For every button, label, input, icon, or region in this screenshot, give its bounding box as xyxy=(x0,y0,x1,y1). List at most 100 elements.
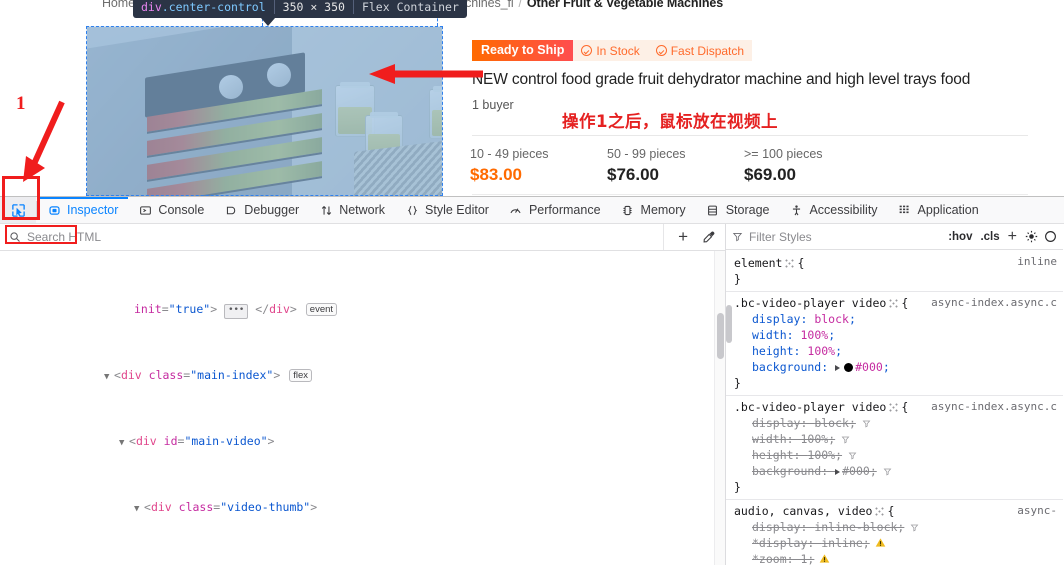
markup-toolbar-actions: + xyxy=(663,224,725,250)
css-property[interactable]: display xyxy=(752,520,800,534)
tab-label: Network xyxy=(339,203,386,217)
tab-debugger[interactable]: Debugger xyxy=(214,197,309,224)
filter-funnel-icon[interactable] xyxy=(883,467,892,476)
filter-funnel-icon[interactable] xyxy=(862,419,871,428)
tab-memory[interactable]: Memory xyxy=(611,197,696,224)
css-value[interactable]: 100% xyxy=(800,432,828,446)
css-value[interactable]: #000 xyxy=(842,464,870,478)
css-source[interactable]: async-index.async.c xyxy=(931,295,1057,311)
css-source[interactable]: inline xyxy=(1017,254,1057,270)
warning-icon[interactable] xyxy=(819,553,830,564)
event-badge[interactable]: event xyxy=(305,303,338,316)
annotation-box-search xyxy=(5,225,77,244)
tab-accessibility[interactable]: Accessibility xyxy=(779,197,887,224)
css-value[interactable]: block xyxy=(814,416,849,430)
color-swatch[interactable] xyxy=(844,363,854,372)
pseudo-class-button[interactable]: :hov xyxy=(948,231,972,243)
add-rule-button[interactable]: + xyxy=(1008,228,1017,244)
css-property[interactable]: height xyxy=(752,344,794,358)
twisty-icon[interactable]: ▼ xyxy=(119,435,129,451)
warning-icon[interactable] xyxy=(875,537,886,548)
css-declaration-overridden[interactable]: *zoom: 1; xyxy=(734,551,1055,565)
css-property[interactable]: display xyxy=(752,416,800,430)
css-rule-bc-video-player-2[interactable]: .bc-video-player video{ async-index.asyn… xyxy=(726,396,1063,500)
css-value[interactable]: block xyxy=(814,312,849,326)
css-property[interactable]: height xyxy=(752,448,794,462)
styles-toolbar: Filter Styles :hov .cls + xyxy=(726,224,1063,250)
css-rule-bc-video-player-1[interactable]: .bc-video-player video{ async-index.asyn… xyxy=(726,292,1063,396)
expand-triangle-icon[interactable] xyxy=(835,365,841,371)
class-toggle-button[interactable]: .cls xyxy=(980,231,999,243)
css-declaration[interactable]: width: 100%; xyxy=(734,327,1055,343)
add-node-button[interactable]: + xyxy=(678,228,688,245)
css-selector[interactable]: audio, canvas, video xyxy=(734,504,872,518)
css-value[interactable]: 100% xyxy=(807,344,835,358)
css-value[interactable]: 100% xyxy=(807,448,835,462)
css-property[interactable]: background xyxy=(752,464,821,478)
filter-funnel-icon[interactable] xyxy=(848,451,857,460)
styles-scrollbar-thumb[interactable] xyxy=(726,305,732,343)
css-selector[interactable]: .bc-video-player video xyxy=(734,400,886,414)
css-declaration[interactable]: display: block; xyxy=(734,311,1055,327)
css-value[interactable]: inline xyxy=(821,536,863,550)
performance-icon xyxy=(509,203,523,217)
css-selector[interactable]: .bc-video-player video xyxy=(734,296,886,310)
tree-row[interactable]: ▼ <div id="main-video"> xyxy=(0,433,725,451)
filter-styles-placeholder: Filter Styles xyxy=(749,229,812,244)
filter-styles-field[interactable]: Filter Styles xyxy=(732,230,940,244)
css-selector[interactable]: element xyxy=(734,256,782,270)
css-property[interactable]: display xyxy=(752,312,800,326)
tab-performance[interactable]: Performance xyxy=(499,197,611,224)
css-declaration-overridden[interactable]: height: 100%; xyxy=(734,447,1055,463)
css-declaration-overridden[interactable]: *display: inline; xyxy=(734,535,1055,551)
css-source[interactable]: async-index.async.c xyxy=(931,399,1057,415)
filter-funnel-icon[interactable] xyxy=(910,523,919,532)
twisty-icon[interactable]: ▼ xyxy=(104,369,114,385)
css-source[interactable]: async- xyxy=(1017,503,1057,519)
flex-badge[interactable]: flex xyxy=(289,369,312,382)
markup-scrollbar-thumb[interactable] xyxy=(717,313,724,359)
css-value[interactable]: #000 xyxy=(855,360,883,374)
eyedropper-icon[interactable] xyxy=(702,230,716,244)
css-rule-audio-canvas-video-1[interactable]: audio, canvas, video{ async- display: in… xyxy=(726,500,1063,565)
css-property[interactable]: *zoom xyxy=(752,552,787,565)
css-property[interactable]: width xyxy=(752,328,787,342)
ready-to-ship-badge: Ready to Ship xyxy=(472,40,574,61)
favorite-heart-icon[interactable] xyxy=(1033,18,1050,35)
tab-console[interactable]: Console xyxy=(128,197,214,224)
filter-funnel-icon[interactable] xyxy=(841,435,850,444)
styles-rules-view[interactable]: element{ inline } .bc-video-player video… xyxy=(726,251,1063,565)
css-property[interactable]: *display xyxy=(752,536,807,550)
css-declaration[interactable]: background: #000; xyxy=(734,359,1055,375)
breadcrumb-item-home[interactable]: Home xyxy=(102,0,135,10)
light-mode-icon[interactable] xyxy=(1025,230,1038,243)
twisty-icon[interactable]: ▼ xyxy=(134,501,144,517)
print-media-icon[interactable] xyxy=(1044,230,1057,243)
search-html-field[interactable]: Search HTML xyxy=(0,230,663,244)
tab-inspector[interactable]: Inspector xyxy=(37,197,128,224)
css-property[interactable]: background xyxy=(752,360,821,374)
tab-network[interactable]: Network xyxy=(309,197,395,224)
tree-row[interactable]: init="true"> ••• </div> event xyxy=(0,301,725,319)
tab-storage[interactable]: Storage xyxy=(696,197,780,224)
expand-triangle-icon[interactable] xyxy=(835,469,841,475)
tree-row[interactable]: ▼ <div class="video-thumb"> xyxy=(0,499,725,517)
tab-application[interactable]: Application xyxy=(888,197,989,224)
tooltip-size: 350 × 350 xyxy=(282,0,345,14)
tab-style-editor[interactable]: Style Editor xyxy=(395,197,499,224)
collapsed-children-icon[interactable]: ••• xyxy=(224,304,249,319)
css-declaration-overridden[interactable]: width: 100%; xyxy=(734,431,1055,447)
css-property[interactable]: width xyxy=(752,432,787,446)
tab-label: Accessibility xyxy=(809,203,878,217)
css-value[interactable]: 100% xyxy=(800,328,828,342)
css-declaration-overridden[interactable]: display: block; xyxy=(734,415,1055,431)
markup-view[interactable]: init="true"> ••• </div> event ▼ <div clas… xyxy=(0,251,726,565)
css-value[interactable]: inline-block xyxy=(814,520,897,534)
css-declaration-overridden[interactable]: display: inline-block; xyxy=(734,519,1055,535)
css-rule-element[interactable]: element{ inline } xyxy=(726,251,1063,292)
css-declaration-overridden[interactable]: background: #000; xyxy=(734,463,1055,479)
css-value[interactable]: 1 xyxy=(800,552,807,565)
tree-row[interactable]: ▼ <div class="main-index"> flex xyxy=(0,367,725,385)
markup-scrollbar[interactable] xyxy=(714,251,725,565)
css-declaration[interactable]: height: 100%; xyxy=(734,343,1055,359)
